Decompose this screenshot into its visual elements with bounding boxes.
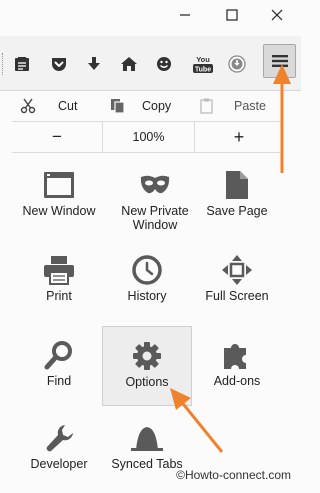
- copy-button[interactable]: Copy: [110, 91, 171, 121]
- wrench-icon: [46, 425, 73, 452]
- fullscreen-icon: [222, 255, 252, 285]
- paste-button[interactable]: Paste: [200, 91, 266, 121]
- history-label: History: [127, 289, 167, 303]
- developer-button[interactable]: Developer: [14, 409, 104, 489]
- smiley-icon[interactable]: [153, 53, 175, 75]
- close-icon[interactable]: [257, 0, 297, 30]
- scissors-icon: [20, 98, 36, 114]
- zoom-in-label: +: [233, 126, 245, 147]
- copy-label: Copy: [142, 99, 172, 113]
- find-label: Find: [46, 374, 72, 388]
- new-window-button[interactable]: New Window: [14, 156, 104, 236]
- mask-icon: [140, 175, 170, 194]
- zoom-level: 100%: [132, 130, 165, 144]
- svg-text:Tube: Tube: [195, 67, 211, 74]
- download-circle-icon[interactable]: [226, 53, 248, 75]
- save-page-label: Save Page: [206, 204, 268, 218]
- history-button[interactable]: History: [102, 241, 192, 321]
- minimize-icon[interactable]: [165, 0, 205, 30]
- window-icon: [44, 172, 74, 198]
- cut-button[interactable]: Cut: [20, 91, 77, 121]
- svg-text:You: You: [196, 55, 210, 64]
- gear-icon: [133, 342, 161, 370]
- puzzle-icon: [224, 344, 246, 369]
- home-icon[interactable]: [118, 53, 140, 75]
- pocket-icon[interactable]: [48, 53, 70, 75]
- toolbar-separator: [2, 53, 5, 75]
- edit-controls: Cut Copy Paste: [12, 91, 282, 121]
- synced-tabs-icon: [131, 427, 163, 451]
- full-screen-label: Full Screen: [205, 289, 269, 303]
- reading-list-icon[interactable]: [11, 53, 33, 75]
- zoom-out-label: −: [52, 127, 62, 146]
- cut-label: Cut: [58, 99, 78, 113]
- full-screen-button[interactable]: Full Screen: [192, 241, 282, 321]
- watermark: ©Howto-connect.com: [176, 468, 291, 482]
- new-private-window-button[interactable]: New Private Window: [110, 156, 200, 236]
- download-icon[interactable]: [83, 53, 105, 75]
- annotation-arrow-up: [273, 64, 291, 173]
- paste-icon: [200, 98, 213, 114]
- page-icon: [226, 171, 248, 199]
- clock-icon: [132, 255, 162, 285]
- youtube-icon[interactable]: You Tube: [190, 53, 216, 75]
- print-button[interactable]: Print: [14, 241, 104, 321]
- developer-label: Developer: [30, 457, 88, 471]
- maximize-icon[interactable]: [212, 0, 252, 30]
- new-window-label: New Window: [22, 204, 96, 218]
- app-menu-panel: Cut Copy Paste − 100% + New Window New P…: [0, 91, 301, 493]
- window-titlebar: [0, 0, 301, 36]
- new-private-window-label: New Private Window: [121, 204, 189, 232]
- printer-icon: [44, 256, 74, 285]
- annotation-arrow-options: [170, 388, 224, 453]
- copy-icon: [111, 99, 125, 114]
- navigation-toolbar: You Tube: [0, 36, 301, 91]
- zoom-out-button[interactable]: −: [12, 122, 102, 152]
- zoom-reset-button[interactable]: 100%: [102, 122, 195, 152]
- print-label: Print: [46, 289, 72, 303]
- zoom-controls: − 100% +: [12, 121, 283, 153]
- find-button[interactable]: Find: [14, 326, 104, 406]
- magnifier-icon: [44, 341, 72, 370]
